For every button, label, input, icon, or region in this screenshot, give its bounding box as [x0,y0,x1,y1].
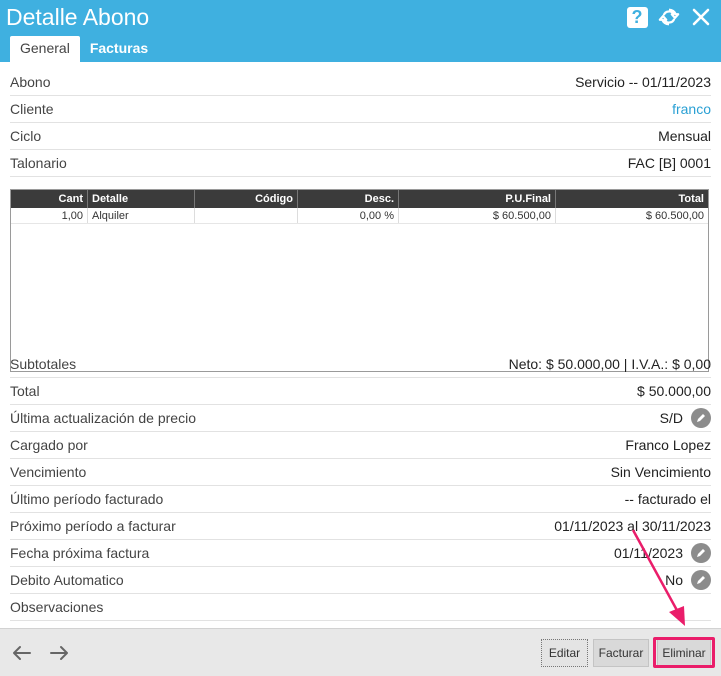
field-row-subtotales: Subtotales Neto: $ 50.000,00 | I.V.A.: $… [10,351,711,378]
invoice-button[interactable]: Facturar [593,639,649,667]
field-label: Cargado por [10,437,88,453]
col-header-desc[interactable]: Desc. [297,190,399,208]
window-header: Detalle Abono ? General Facturas [0,0,721,62]
field-value: 01/11/2023 [613,545,683,561]
field-label: Vencimiento [10,464,87,480]
field-row-proximo-periodo: Próximo período a facturar 01/11/2023 al… [10,513,711,540]
field-row-abono: Abono Servicio -- 01/11/2023 [10,69,711,96]
cell-desc: 0,00 % [297,208,399,224]
field-row-debito-automatico: Debito Automatico No [10,567,711,594]
items-table: Cant Detalle Código Desc. P.U.Final Tota… [10,189,709,372]
field-row-ultimo-periodo: Último período facturado -- facturado el [10,486,711,513]
edit-button[interactable]: Editar [541,639,588,667]
header-actions: ? [625,5,713,29]
field-value-wrap: No [665,570,711,590]
table-header-row: Cant Detalle Código Desc. P.U.Final Tota… [11,190,708,208]
tab-general[interactable]: General [10,36,80,62]
field-value: Sin Vencimiento [610,464,711,480]
col-header-total[interactable]: Total [555,190,708,208]
window-title: Detalle Abono [6,4,150,30]
field-value: S/D [659,410,683,426]
field-row-cargado-por: Cargado por Franco Lopez [10,432,711,459]
close-icon[interactable] [689,5,713,29]
field-label: Último período facturado [10,491,164,507]
refresh-icon[interactable] [657,5,681,29]
tab-facturas[interactable]: Facturas [80,36,158,62]
field-label: Última actualización de precio [10,410,196,426]
field-row-fecha-proxima-factura: Fecha próxima factura 01/11/2023 [10,540,711,567]
table-row[interactable]: 1,00 Alquiler 0,00 % $ 60.500,00 $ 60.50… [11,208,708,224]
field-label: Total [10,383,40,399]
arrow-left-icon[interactable] [10,641,34,665]
col-header-detalle[interactable]: Detalle [87,190,195,208]
cell-detalle: Alquiler [87,208,195,224]
field-row-observaciones: Observaciones [10,594,711,621]
col-header-cant[interactable]: Cant [11,190,88,208]
detail-fields-top: Abono Servicio -- 01/11/2023 Cliente fra… [10,69,711,177]
cell-total: $ 60.500,00 [555,208,708,224]
field-value: $ 50.000,00 [637,383,711,399]
field-value: Neto: $ 50.000,00 | I.V.A.: $ 0,00 [508,356,711,372]
cell-cant: 1,00 [11,208,88,224]
field-label: Próximo período a facturar [10,518,176,534]
field-row-ultima-actualizacion: Última actualización de precio S/D [10,405,711,432]
field-value: -- facturado el [624,491,711,507]
field-value: Franco Lopez [625,437,711,453]
field-row-ciclo: Ciclo Mensual [10,123,711,150]
field-row-talonario: Talonario FAC [B] 0001 [10,150,711,177]
cell-pu-final: $ 60.500,00 [398,208,556,224]
field-value-wrap: 01/11/2023 [614,543,711,563]
field-row-total: Total $ 50.000,00 [10,378,711,405]
field-label: Ciclo [10,128,42,144]
field-label: Observaciones [10,599,104,615]
col-header-pu-final[interactable]: P.U.Final [398,190,556,208]
pencil-icon[interactable] [691,408,711,428]
field-value-wrap: S/D [660,408,711,428]
field-label: Talonario [10,155,67,171]
field-label: Abono [10,74,51,90]
delete-button-highlight [653,637,715,668]
footer-bar: Editar Facturar Eliminar [0,628,721,676]
field-row-vencimiento: Vencimiento Sin Vencimiento [10,459,711,486]
detail-fields-bottom: Subtotales Neto: $ 50.000,00 | I.V.A.: $… [10,351,711,621]
field-label: Debito Automatico [10,572,124,588]
field-label: Subtotales [10,356,77,372]
field-label: Cliente [10,101,54,117]
field-value: Servicio -- 01/11/2023 [575,74,711,90]
client-link[interactable]: franco [672,101,711,117]
tab-bar: General Facturas [10,36,158,62]
pencil-icon[interactable] [691,570,711,590]
help-icon[interactable]: ? [625,5,649,29]
pencil-icon[interactable] [691,543,711,563]
cell-codigo [194,208,298,224]
arrow-right-icon[interactable] [47,641,71,665]
field-value: No [665,572,683,588]
field-label: Fecha próxima factura [10,545,150,561]
field-row-cliente: Cliente franco [10,96,711,123]
field-value: 01/11/2023 al 30/11/2023 [554,518,711,534]
col-header-codigo[interactable]: Código [194,190,298,208]
field-value: Mensual [658,128,711,144]
field-value: FAC [B] 0001 [627,155,711,171]
